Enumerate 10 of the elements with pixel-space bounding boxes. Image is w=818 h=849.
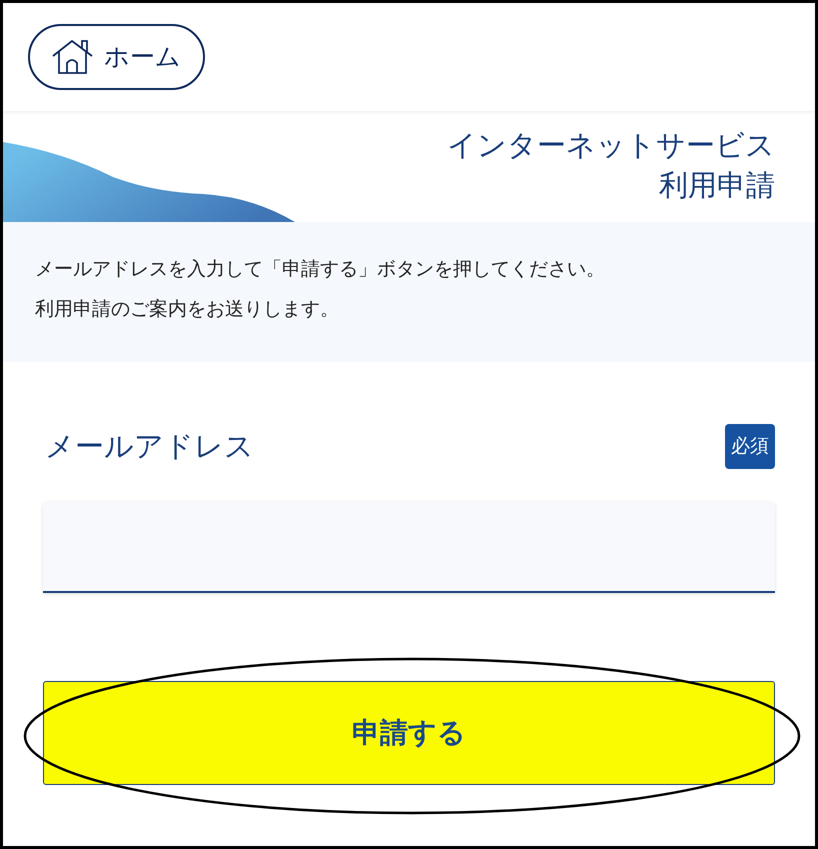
house-icon (52, 39, 94, 75)
page-title: インターネットサービス (447, 127, 775, 164)
email-input-field[interactable] (43, 502, 775, 593)
submit-button[interactable]: 申請する (43, 681, 775, 785)
instruction-text: メールアドレスを入力して「申請する」ボタンを押してください。 (35, 257, 606, 282)
required-badge: 必須 (725, 424, 775, 469)
field-label: メールアドレス (44, 428, 254, 465)
home-button[interactable]: ホーム (28, 24, 205, 90)
page-title: 利用申請 (659, 167, 775, 204)
instruction-text: 利用申請のご案内をお送りします。 (35, 297, 340, 322)
